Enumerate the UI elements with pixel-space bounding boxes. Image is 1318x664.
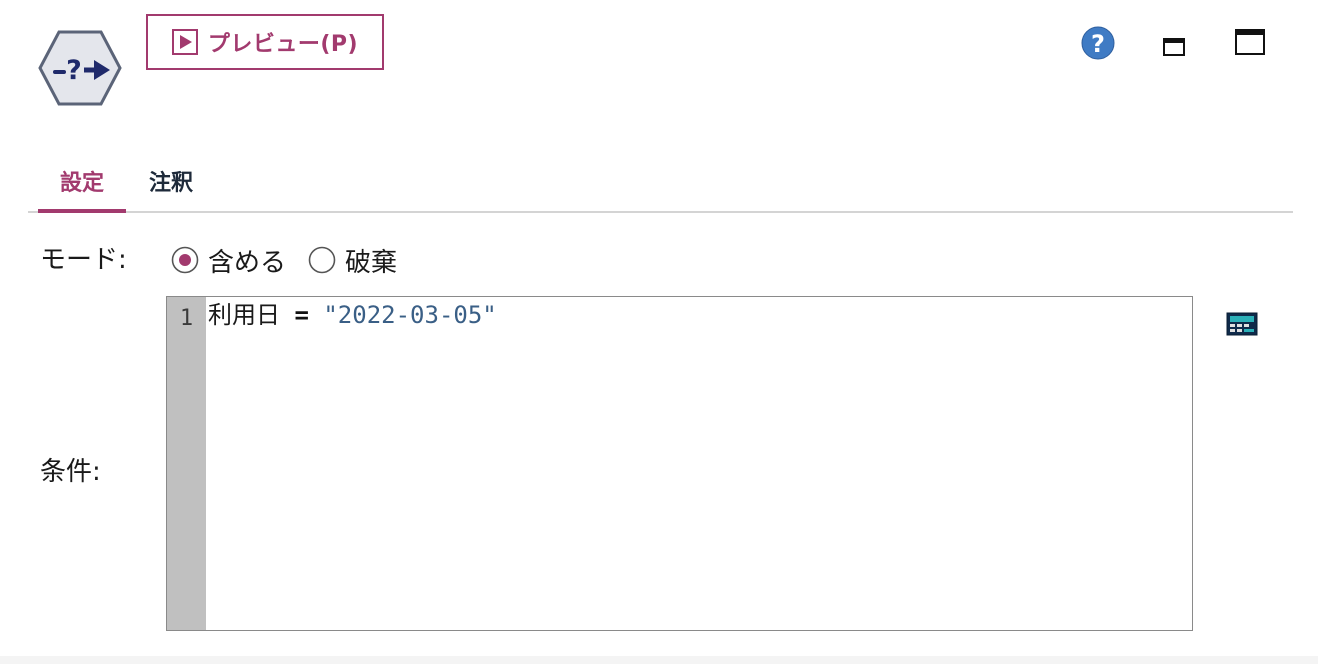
preview-button[interactable]: プレビュー(P)	[146, 14, 384, 70]
mode-label: モード:	[40, 245, 127, 275]
condition-editor[interactable]: 1 利用日 = "2022-03-05"	[166, 296, 1193, 631]
code-field-name: 利用日	[208, 301, 280, 329]
tab-divider	[28, 211, 1293, 213]
radio-selected-icon[interactable]	[171, 246, 199, 274]
tab-selected-indicator	[38, 209, 126, 213]
mode-option-include[interactable]: 含める	[171, 242, 286, 279]
editor-gutter: 1	[167, 297, 206, 630]
mode-option-discard-label: 破棄	[345, 247, 398, 278]
line-number: 1	[179, 306, 194, 331]
tab-strip: 設定 注釈	[28, 150, 1293, 214]
tab-settings[interactable]: 設定	[38, 150, 126, 212]
mode-option-discard[interactable]: 破棄	[308, 242, 397, 279]
maximize-icon[interactable]	[1235, 29, 1265, 55]
condition-label: 条件:	[40, 457, 101, 487]
mode-option-include-label: 含める	[208, 247, 287, 278]
code-string-value: "2022-03-05"	[323, 301, 497, 329]
mode-radio-group: 含める 破棄	[171, 240, 419, 280]
preview-button-label: プレビュー(P)	[207, 32, 359, 57]
help-icon[interactable]: ?	[1081, 26, 1115, 60]
svg-text:?: ?	[1091, 30, 1105, 58]
code-line[interactable]: 利用日 = "2022-03-05"	[208, 297, 1192, 333]
bottom-strip	[0, 656, 1318, 664]
svg-text:?: ?	[66, 55, 82, 86]
code-area[interactable]: 利用日 = "2022-03-05"	[206, 297, 1192, 630]
minimize-icon[interactable]	[1163, 38, 1185, 56]
play-icon	[171, 29, 198, 55]
select-node-icon: ?	[38, 30, 122, 106]
tab-annotation[interactable]: 注釈	[134, 150, 208, 212]
code-operator: =	[294, 301, 309, 329]
radio-unselected-icon[interactable]	[308, 246, 336, 274]
expression-builder-icon[interactable]	[1226, 312, 1258, 336]
